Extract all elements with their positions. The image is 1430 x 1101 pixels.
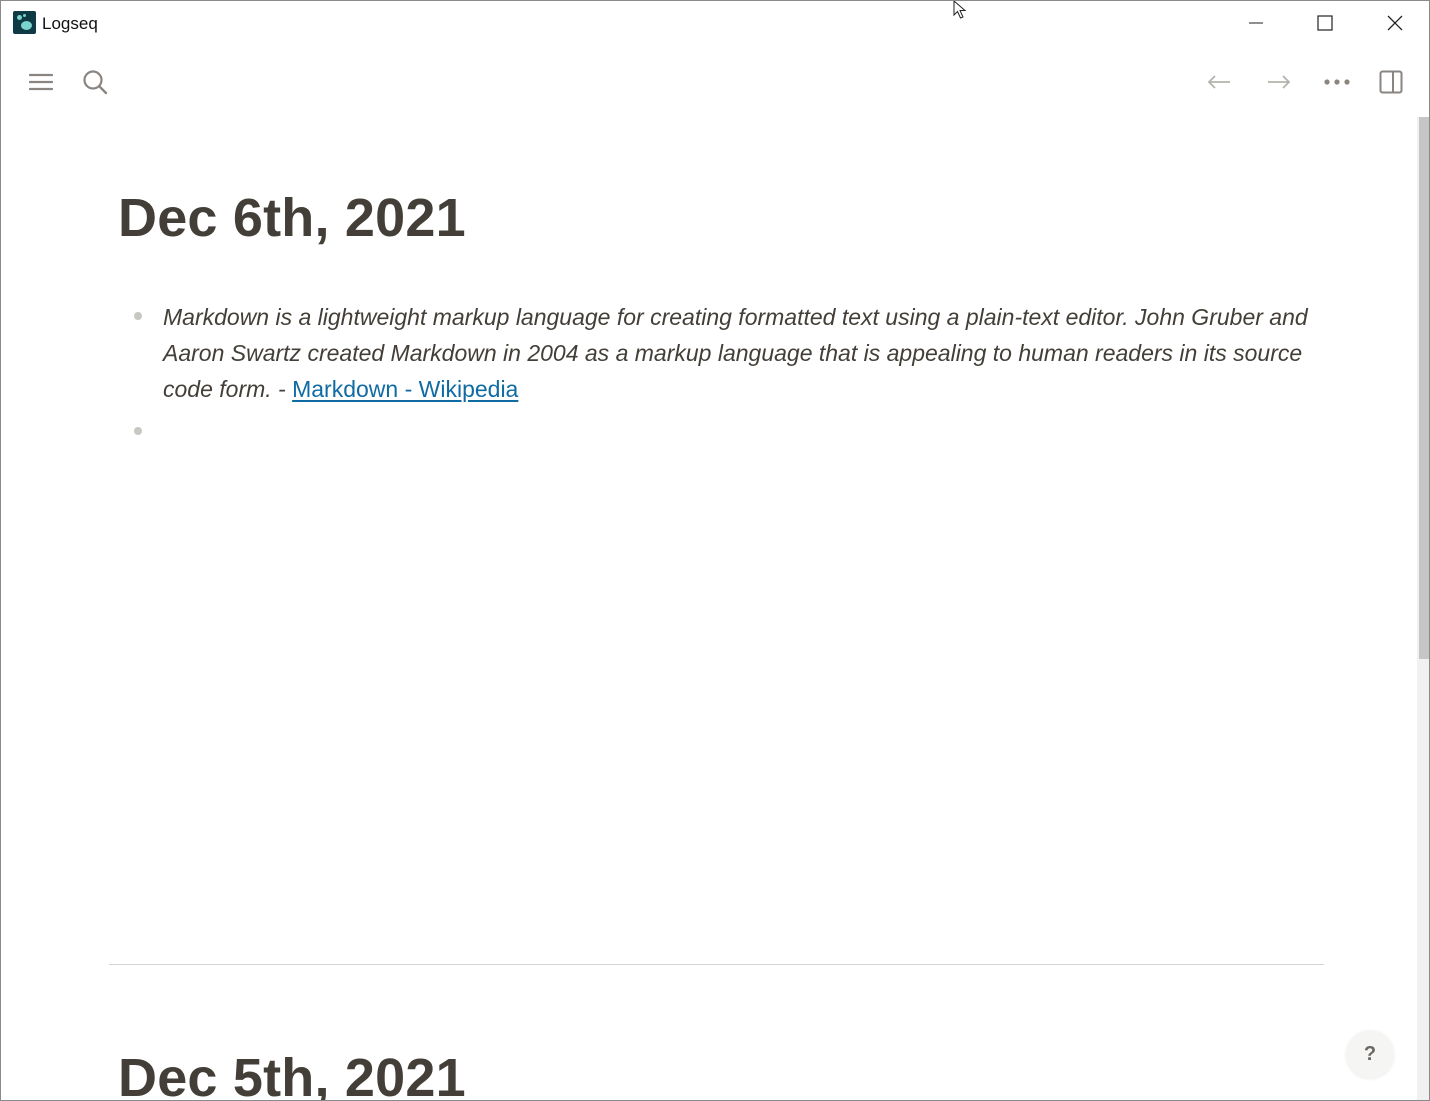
search-button[interactable] (79, 66, 111, 98)
right-sidebar-toggle-button[interactable] (1375, 66, 1407, 98)
help-button[interactable]: ? (1346, 1030, 1394, 1078)
forward-arrow-icon (1268, 75, 1291, 89)
scrollbar[interactable] (1417, 117, 1429, 1100)
block-content[interactable]: Markdown is a lightweight markup languag… (163, 299, 1323, 407)
block-bullet[interactable] (134, 427, 142, 435)
menu-icon (29, 73, 53, 91)
logseq-logo-icon (13, 11, 36, 34)
window-title: Logseq (42, 14, 98, 33)
more-icon (1324, 79, 1350, 85)
maximize-icon (1317, 15, 1333, 31)
minimize-icon (1249, 22, 1263, 24)
right-sidebar-icon (1379, 70, 1403, 94)
close-icon (1387, 15, 1403, 31)
maximize-button[interactable] (1290, 1, 1360, 45)
empty-block[interactable] (118, 415, 1318, 447)
left-sidebar-toggle-button[interactable] (25, 66, 57, 98)
header-toolbar (1, 53, 1429, 111)
logseq-window: Logseq Dec 6th, 2021 Markdown is a light… (0, 0, 1430, 1101)
journal-title[interactable]: Dec 5th, 2021 (118, 1047, 466, 1100)
journal-divider (109, 964, 1324, 965)
minimize-button[interactable] (1221, 1, 1291, 45)
block[interactable]: Markdown is a lightweight markup languag… (118, 299, 1318, 409)
back-arrow-icon (1207, 75, 1230, 89)
close-button[interactable] (1360, 1, 1429, 45)
block-bullet[interactable] (134, 312, 142, 320)
wikipedia-link[interactable]: Markdown - Wikipedia (292, 376, 518, 402)
forward-button[interactable] (1263, 66, 1295, 98)
mouse-cursor-icon (953, 1, 967, 19)
search-icon (83, 70, 108, 95)
back-button[interactable] (1203, 66, 1235, 98)
scrollbar-thumb[interactable] (1419, 117, 1429, 659)
journal-title[interactable]: Dec 6th, 2021 (118, 187, 466, 249)
more-options-button[interactable] (1321, 66, 1353, 98)
title-bar: Logseq (1, 1, 1429, 45)
